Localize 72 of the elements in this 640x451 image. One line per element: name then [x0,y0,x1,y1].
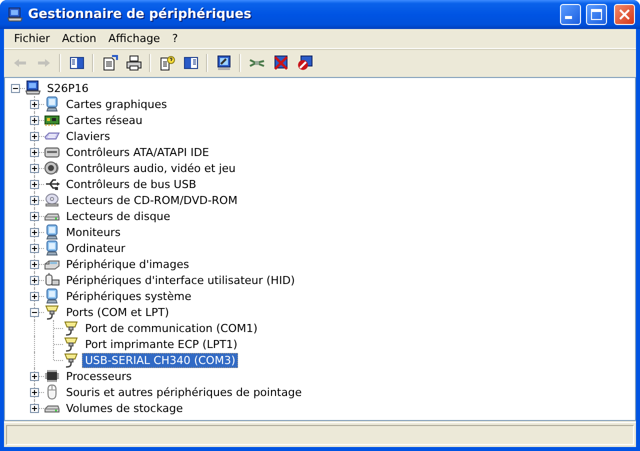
menu-item[interactable]: Affichage [102,32,166,45]
panel-icon [68,55,84,71]
expand-toggle[interactable] [30,260,39,269]
tree-item[interactable]: Cartes graphiques [63,96,170,112]
tree-item[interactable]: Claviers [63,128,114,144]
tree-item[interactable]: Lecteurs de CD-ROM/DVD-ROM [63,192,240,208]
serial-port-icon [63,320,79,336]
tree-item[interactable]: S26P16 [44,80,92,96]
help-icon [158,55,174,71]
monitor-icon [44,288,60,304]
disc-drive-icon [44,192,60,208]
tree-item[interactable]: Processeurs [63,368,135,384]
tree-item[interactable]: Contrôleurs audio, vidéo et jeu [63,160,239,176]
panel-icon [182,55,198,71]
tree-item[interactable]: Port de communication (COM1) [82,320,261,336]
menu-item[interactable]: Action [56,32,102,45]
expand-toggle[interactable] [30,132,39,141]
maximize-button[interactable] [586,4,607,25]
expand-toggle[interactable] [30,404,39,413]
hid-icon [44,272,60,288]
tree-item[interactable]: Volumes de stockage [63,400,186,416]
expand-toggle[interactable] [30,164,39,173]
minimize-icon [565,16,572,19]
serial-port-icon [44,304,60,320]
uninstall-icon [272,55,288,71]
close-button[interactable] [614,4,635,25]
expand-toggle[interactable] [30,292,39,301]
expand-toggle[interactable] [30,148,39,157]
expand-toggle[interactable] [30,180,39,189]
disable-icon [296,55,312,71]
scan-hardware-icon [216,55,232,71]
serial-port-icon [63,336,79,352]
expand-toggle[interactable] [30,244,39,253]
expand-toggle[interactable] [30,372,39,381]
monitor-icon [44,96,60,112]
processor-icon [44,368,60,384]
tree-item[interactable]: USB-SERIAL CH340 (COM3) [82,352,238,368]
expand-toggle[interactable] [30,276,39,285]
expand-toggle[interactable] [30,196,39,205]
properties-icon [102,55,118,71]
tree-item[interactable]: Périphériques d'interface utilisateur (HID) [63,272,298,288]
close-icon [618,8,631,21]
tree-item[interactable]: Ordinateur [63,240,128,256]
menu-item[interactable]: ? [166,32,184,45]
maximize-icon [590,8,603,21]
computer-icon [25,80,41,96]
collapse-toggle[interactable] [30,308,39,317]
menu-item[interactable]: Fichier [8,32,56,45]
computer-icon [7,6,23,22]
tree-item[interactable]: Ports (COM et LPT) [63,304,172,320]
expand-toggle[interactable] [30,116,39,125]
window-title: Gestionnaire de périphériques [28,7,252,22]
expand-toggle[interactable] [30,100,39,109]
tree-item[interactable]: Souris et autres périphériques de pointage [63,384,305,400]
printer-icon [126,55,142,71]
tree-item[interactable]: Lecteurs de disque [63,208,174,224]
tree-item[interactable]: Périphériques système [63,288,194,304]
tree-item[interactable]: Périphérique d'images [63,256,192,272]
tree-item[interactable]: Contrôleurs ATA/ATAPI IDE [63,144,212,160]
tree-item[interactable]: Cartes réseau [63,112,146,128]
tree-item[interactable]: Contrôleurs de bus USB [63,176,200,192]
expand-toggle[interactable] [30,228,39,237]
tree-item[interactable]: Moniteurs [63,224,124,240]
monitor-icon [44,224,60,240]
expand-toggle[interactable] [30,212,39,221]
collapse-toggle[interactable] [11,84,20,93]
speaker-icon [44,160,60,176]
minimize-button[interactable] [560,4,581,25]
tree-item[interactable]: Port imprimante ECP (LPT1) [82,336,240,352]
monitor-icon [44,240,60,256]
expand-toggle[interactable] [30,388,39,397]
serial-port-icon [63,352,79,368]
